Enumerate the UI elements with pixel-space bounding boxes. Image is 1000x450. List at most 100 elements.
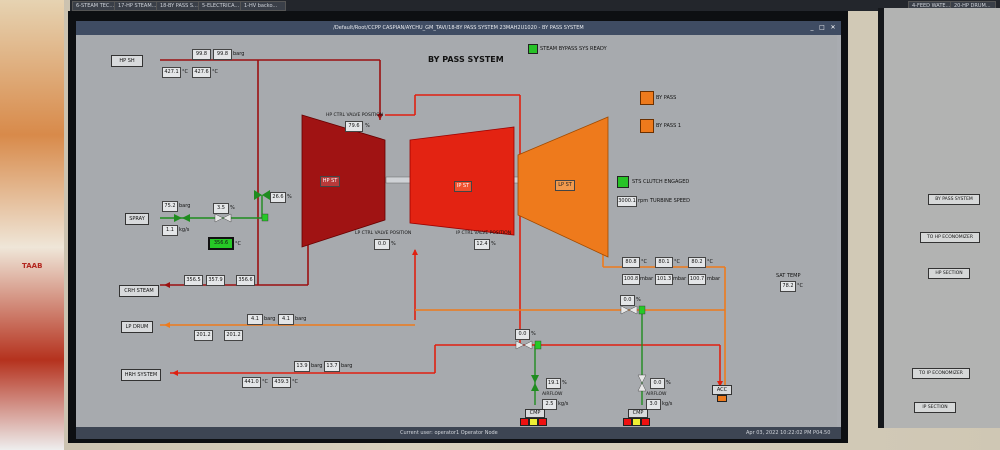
bypass-1-label: BY PASS 1 (656, 123, 682, 129)
temp-unit: °C (292, 379, 298, 385)
bypass-ready-label: STEAM BYPASS SYS READY (540, 46, 607, 52)
lp-bypass-valve (620, 305, 630, 315)
minimize-button[interactable]: _ (809, 25, 815, 31)
hp-temp-2: 427.6 (192, 67, 211, 78)
hp-ctrl-unit: % (365, 123, 370, 129)
hp-press-unit: barg (341, 363, 353, 369)
hp-press-2: 99.8 (213, 49, 232, 60)
acc-tag[interactable]: ACC (712, 385, 732, 395)
lp-drum-p2: 4.1 (278, 314, 294, 325)
cond-p1: 100.8 (622, 274, 640, 285)
lp-st-tag[interactable]: LP ST (555, 180, 575, 191)
spray-tag[interactable]: SPRAY (125, 213, 149, 225)
taskbar-tab[interactable]: 18-BY PASS S... (156, 1, 202, 11)
hp-st-tag[interactable]: HP ST (320, 176, 340, 187)
hp-press-unit: barg (295, 316, 307, 322)
logo-text: TAAB (22, 262, 43, 270)
hp-bypass-valve-value: 26.6 (270, 192, 286, 203)
bypass-button[interactable] (640, 91, 654, 105)
cmp-stop-ip[interactable] (520, 418, 529, 426)
cmp-tag-ip[interactable]: CMP (525, 409, 545, 418)
spray-press-unit: barg (179, 203, 191, 209)
hp-ctrl-value: 79.6 (345, 121, 363, 132)
pct-unit: % (391, 241, 396, 247)
bypass-label: BY PASS (656, 95, 677, 101)
taskbar-tab[interactable]: 6-STEAM TEC... (72, 1, 118, 11)
top-taskbar: 6-STEAM TEC... 17-HP STEAM... 18-BY PASS… (70, 0, 1000, 11)
temp-unit: °C (797, 283, 803, 289)
background-photo: TAAB (0, 0, 64, 450)
pct-unit: % (531, 331, 536, 337)
window-titlebar: /Default/Root/CCPP CASPIAN/AYCHU_GM_TAVI… (76, 21, 841, 35)
sat-temp-label: SAT TEMP (776, 273, 801, 279)
pct-unit: % (287, 194, 292, 200)
temp-unit: °C (641, 259, 647, 265)
hrh-p1: 13.9 (294, 361, 310, 372)
hp-press-unit: barg (233, 51, 245, 57)
mbar-unit: mbar (640, 276, 654, 282)
mbar-unit: mbar (707, 276, 721, 282)
right-ip-section-tag[interactable]: IP SECTION (914, 402, 956, 413)
status-left: Current user: operator1 Operator Node (400, 430, 498, 436)
lp-ctrl-value: 0.0 (374, 239, 390, 250)
ip-ctrl-value: 12.4 (474, 239, 490, 250)
cold-temp-unit: °C (235, 241, 241, 247)
bypass-ready-indicator (528, 44, 538, 54)
statusbar: Current user: operator1 Operator Node Ap… (76, 427, 841, 439)
mbar-unit: mbar (673, 276, 687, 282)
cmp-alarm-ip[interactable] (538, 418, 547, 426)
hp-press-1: 99.8 (192, 49, 211, 60)
hp-sh-tag[interactable]: HP SH (111, 55, 143, 67)
hp-ctrl-label: HP CTRL VALVE POSITION (326, 113, 384, 118)
diagram-canvas: BY PASS SYSTEM STEAM BYPASS SYS READY BY… (80, 35, 837, 427)
cmp-stop-lp[interactable] (623, 418, 632, 426)
temp-unit: °C (674, 259, 680, 265)
cmp-mode-lp[interactable] (632, 418, 641, 426)
hrh-p2: 13.7 (324, 361, 340, 372)
pct-unit: % (491, 241, 496, 247)
cmp-mode-ip[interactable] (529, 418, 538, 426)
lp-drum-p1: 4.1 (247, 314, 263, 325)
hrh-t1: 441.0 (242, 377, 261, 388)
taskbar-tab[interactable]: 5-ELECTRICA... (198, 1, 244, 11)
cond-p2: 101.3 (655, 274, 673, 285)
clutch-label: STS CLUTCH ENGAGED (632, 179, 690, 185)
hrh-tag[interactable]: HRH SYSTEM (121, 369, 161, 381)
right-hp-section-tag[interactable]: HP SECTION (928, 268, 970, 279)
ip-bypass-valve-value: 0.0 (515, 329, 530, 340)
cold-temp[interactable]: 356.6 (208, 237, 234, 250)
right-ip-econ-tag[interactable]: TO IP ECONOMIZER (912, 368, 970, 379)
cond-t1: 80.8 (622, 257, 640, 268)
turbine-speed-value: 3000.1 (617, 196, 637, 207)
pct-unit: % (636, 297, 641, 303)
ip-st-tag[interactable]: IP ST (454, 181, 472, 192)
lp-flow-label: AIRFLOW (646, 392, 667, 397)
taskbar-tab[interactable]: 1-HV backo... (240, 1, 286, 11)
right-bypass-tag[interactable]: BY PASS SYSTEM (928, 194, 980, 205)
cmp-tag-lp[interactable]: CMP (628, 409, 648, 418)
bypass-1-button[interactable] (640, 119, 654, 133)
right-hp-econ-tag[interactable]: TO HP ECONOMIZER (920, 232, 980, 243)
maximize-button[interactable]: □ (819, 25, 825, 31)
crh-tag[interactable]: CRH STEAM (119, 285, 159, 297)
flow-unit: kg/s (662, 401, 673, 407)
crh-3: 356.6 (236, 275, 255, 286)
lp-drum-t2: 201.2 (224, 330, 243, 341)
taskbar-tab[interactable]: 17-HP STEAM... (114, 1, 160, 11)
temp-unit: °C (182, 69, 188, 75)
lp-bypass-valve-value: 0.0 (620, 295, 635, 306)
rpm-unit: rpm (638, 198, 649, 204)
spray-flow: 1.1 (162, 225, 178, 236)
page-title: BY PASS SYSTEM (428, 55, 504, 64)
crh-2: 357.9 (206, 275, 225, 286)
sat-temp-value: 78.2 (780, 281, 796, 292)
flow-unit: kg/s (558, 401, 569, 407)
window-title: /Default/Root/CCPP CASPIAN/AYCHU_GM_TAVI… (333, 25, 584, 31)
ip-ctrl-label: IP CTRL VALVE POSITION (456, 231, 512, 236)
cmp-alarm-lp[interactable] (641, 418, 650, 426)
spray-press: 75.2 (162, 201, 178, 212)
cond-p3: 100.7 (688, 274, 706, 285)
close-button[interactable]: ✕ (830, 25, 836, 31)
cond-t2: 80.1 (655, 257, 673, 268)
lp-drum-tag[interactable]: LP DRUM (121, 321, 153, 333)
